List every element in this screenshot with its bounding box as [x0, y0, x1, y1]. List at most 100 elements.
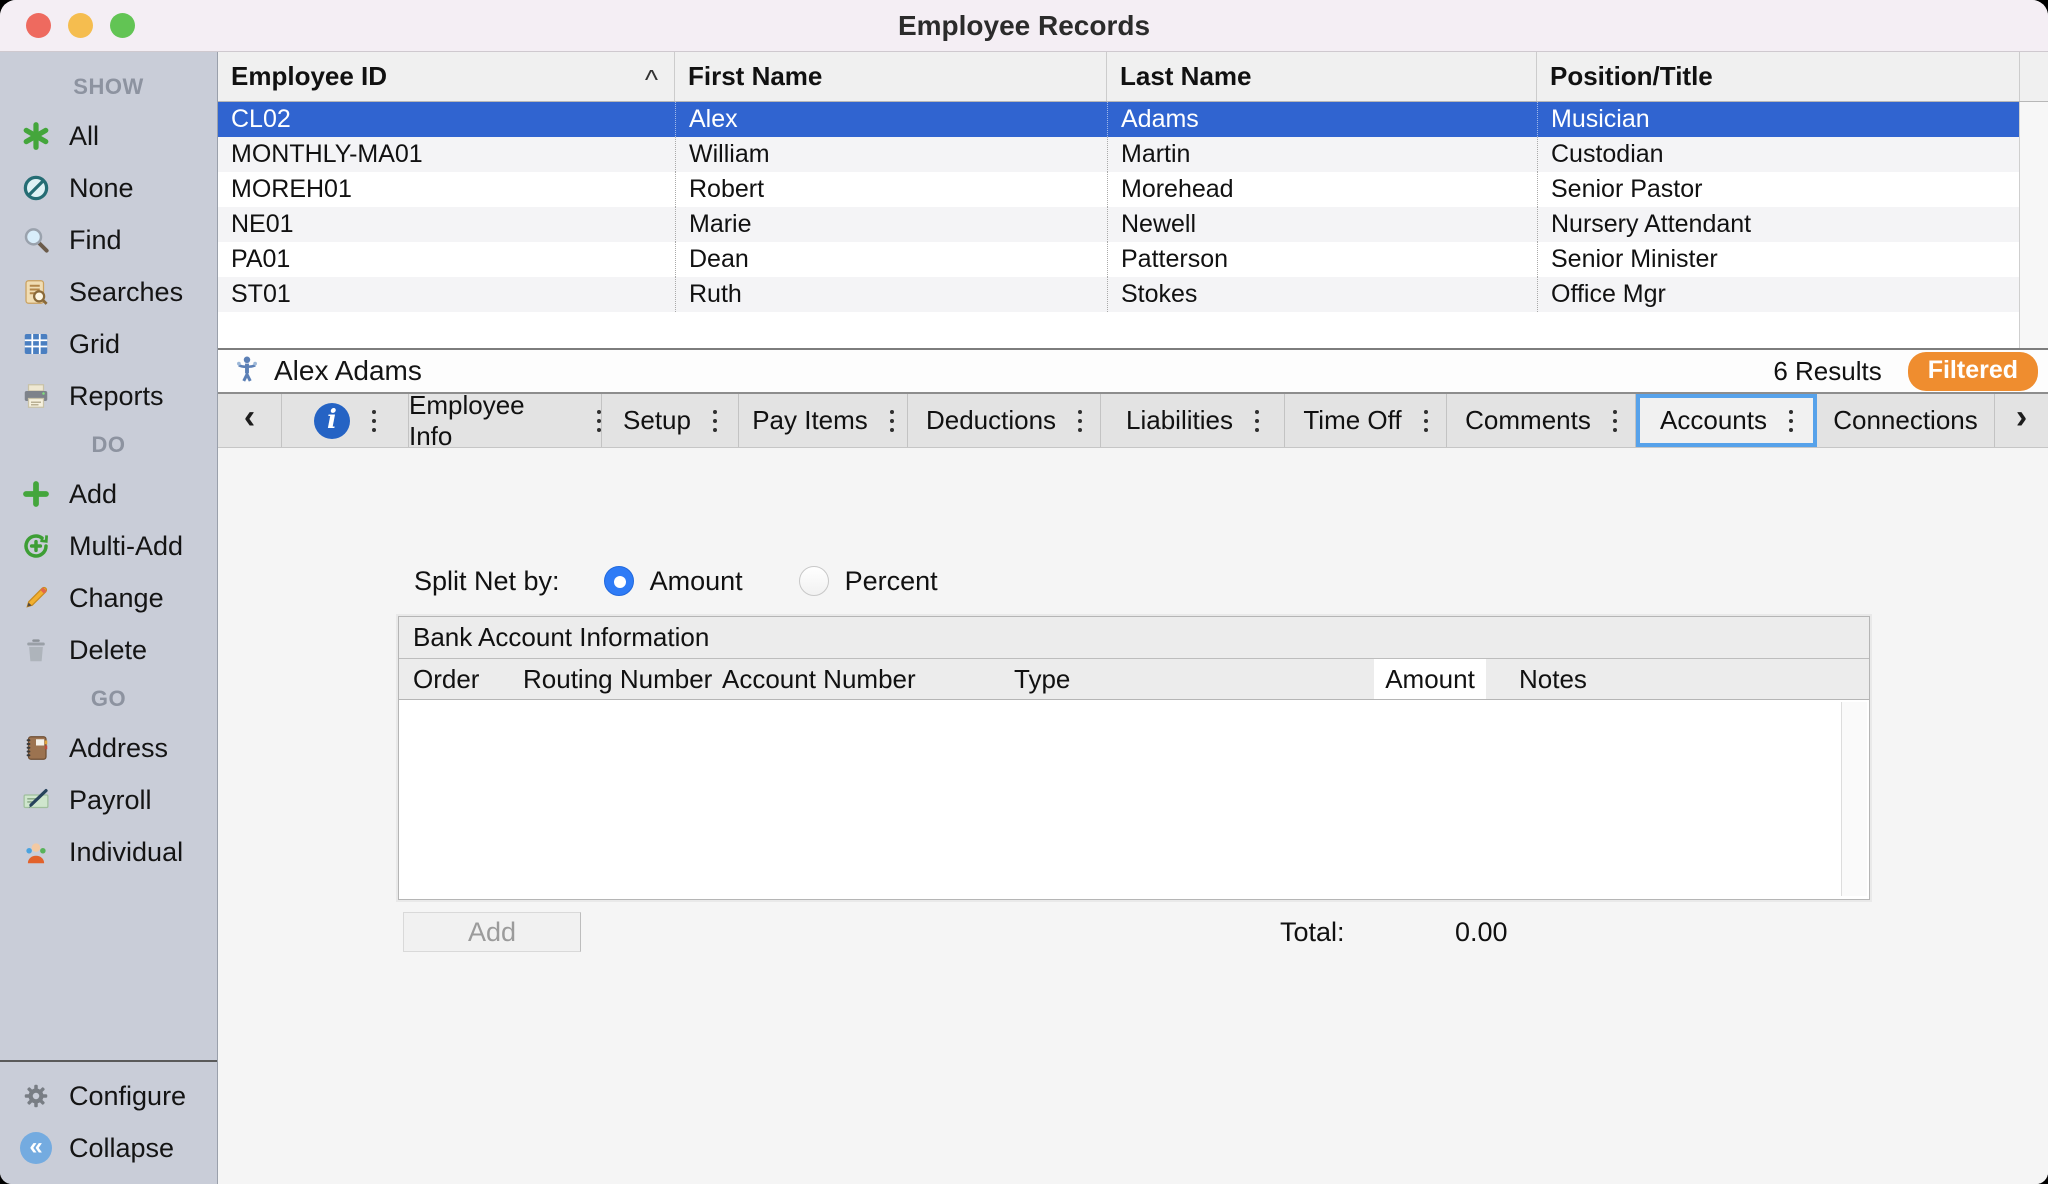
- table-scrollbar[interactable]: [2019, 102, 2048, 348]
- sidebar-item-add[interactable]: Add: [0, 468, 217, 520]
- table-row[interactable]: MOREH01 Robert Morehead Senior Pastor: [218, 172, 2019, 207]
- sidebar-item-change[interactable]: Change: [0, 572, 217, 624]
- tab-overflow-dots-icon[interactable]: [1255, 410, 1259, 432]
- column-header-account-number[interactable]: Account Number: [722, 659, 916, 699]
- sidebar-item-grid[interactable]: Grid: [0, 318, 217, 370]
- results-count: 6 Results: [1773, 356, 1881, 387]
- column-header-amount[interactable]: Amount: [1374, 659, 1486, 699]
- plus-icon: [20, 478, 52, 510]
- sidebar-item-payroll[interactable]: Payroll: [0, 774, 217, 826]
- table-row[interactable]: NE01 Marie Newell Nursery Attendant: [218, 207, 2019, 242]
- tab-time-off[interactable]: Time Off: [1285, 394, 1447, 447]
- tab-overflow-dots-icon[interactable]: [372, 410, 376, 432]
- column-header-last-name[interactable]: Last Name: [1107, 52, 1537, 101]
- table-row[interactable]: CL02 Alex Adams Musician: [218, 102, 2019, 137]
- split-net-row: Split Net by: Amount Percent: [414, 560, 994, 602]
- filtered-badge[interactable]: Filtered: [1908, 352, 2038, 391]
- tabs-scroll-right-button[interactable]: ›: [1995, 394, 2048, 447]
- column-header-position-title[interactable]: Position/Title: [1537, 52, 2019, 101]
- chevron-right-icon: ›: [2016, 398, 2027, 443]
- tab-overflow-dots-icon[interactable]: [597, 410, 601, 432]
- gear-icon: [20, 1080, 52, 1112]
- sidebar: SHOW All None Find Searches Grid: [0, 52, 218, 1184]
- tab-comments[interactable]: Comments: [1447, 394, 1636, 447]
- column-header-notes[interactable]: Notes: [1519, 659, 1587, 699]
- pencil-icon: [20, 582, 52, 614]
- payroll-check-icon: [20, 784, 52, 816]
- radio-option-percent[interactable]: Percent: [799, 566, 938, 597]
- employee-records-window: Employee Records SHOW All None Find Sear…: [0, 0, 2048, 1184]
- table-row[interactable]: ST01 Ruth Stokes Office Mgr: [218, 277, 2019, 312]
- tab-overflow-dots-icon[interactable]: [890, 410, 894, 432]
- tab-setup[interactable]: Setup: [602, 394, 739, 447]
- radio-option-amount[interactable]: Amount: [604, 566, 743, 597]
- tab-bar: ‹ i Employee Info Setup Pay Items: [218, 394, 2048, 448]
- sidebar-item-address[interactable]: Address: [0, 722, 217, 774]
- sidebar-item-multi-add[interactable]: Multi-Add: [0, 520, 217, 572]
- bank-panel-footer: Add Total: 0.00: [398, 912, 1870, 954]
- employee-table-header: Employee ID ^ First Name Last Name Posit…: [218, 52, 2048, 102]
- column-header-routing-number[interactable]: Routing Number: [523, 659, 712, 699]
- column-header-type[interactable]: Type: [1014, 659, 1070, 699]
- radio-amount[interactable]: [604, 566, 634, 596]
- tab-overflow-dots-icon[interactable]: [1789, 410, 1793, 432]
- tab-info[interactable]: i: [282, 394, 409, 447]
- record-name: Alex Adams: [274, 355, 422, 387]
- sidebar-item-delete[interactable]: Delete: [0, 624, 217, 676]
- table-row[interactable]: MONTHLY-MA01 William Martin Custodian: [218, 137, 2019, 172]
- person-icon: [20, 836, 52, 868]
- total-value: 0.00: [1455, 912, 1508, 952]
- asterisk-icon: [20, 120, 52, 152]
- saved-search-icon: [20, 276, 52, 308]
- tab-overflow-dots-icon[interactable]: [1078, 410, 1082, 432]
- accounts-tab-content: Split Net by: Amount Percent Bank Accoun…: [218, 448, 2048, 1184]
- no-entry-icon: [20, 172, 52, 204]
- sidebar-item-find[interactable]: Find: [0, 214, 217, 266]
- bank-table-scrollbar[interactable]: [1841, 702, 1867, 896]
- sidebar-footer: Configure « Collapse: [0, 1060, 217, 1184]
- sort-ascending-icon: ^: [645, 56, 658, 104]
- tab-accounts[interactable]: Accounts: [1636, 394, 1817, 447]
- sidebar-section-go: GO: [0, 676, 217, 722]
- bank-table-body: [399, 700, 1869, 898]
- window-title: Employee Records: [0, 10, 2048, 42]
- tab-liabilities[interactable]: Liabilities: [1101, 394, 1285, 447]
- column-header-order[interactable]: Order: [413, 659, 479, 699]
- grid-icon: [20, 328, 52, 360]
- sidebar-item-individual[interactable]: Individual: [0, 826, 217, 878]
- tabs-scroll-left-button[interactable]: ‹: [218, 394, 282, 447]
- sidebar-item-reports[interactable]: Reports: [0, 370, 217, 422]
- employee-figure-icon: [234, 354, 260, 389]
- tab-overflow-dots-icon[interactable]: [713, 410, 717, 432]
- column-header-employee-id[interactable]: Employee ID ^: [218, 52, 675, 101]
- tab-overflow-dots-icon[interactable]: [1613, 410, 1617, 432]
- table-row[interactable]: PA01 Dean Patterson Senior Minister: [218, 242, 2019, 277]
- sidebar-item-none[interactable]: None: [0, 162, 217, 214]
- sidebar-item-configure[interactable]: Configure: [0, 1070, 217, 1122]
- bank-account-panel: Bank Account Information Order Routing N…: [398, 616, 1870, 900]
- chevron-left-icon: ‹: [244, 398, 255, 443]
- employee-table: Employee ID ^ First Name Last Name Posit…: [218, 52, 2048, 348]
- sidebar-section-do: DO: [0, 422, 217, 468]
- trash-icon: [20, 634, 52, 666]
- tab-employee-info[interactable]: Employee Info: [409, 394, 602, 447]
- bank-panel-title: Bank Account Information: [399, 617, 1869, 659]
- sidebar-item-all[interactable]: All: [0, 110, 217, 162]
- info-icon[interactable]: i: [314, 403, 350, 439]
- total-label: Total:: [1280, 912, 1345, 952]
- collapse-circle-icon: «: [20, 1132, 52, 1164]
- record-bar: Alex Adams 6 Results Filtered: [218, 348, 2048, 394]
- header-scrollbar-gutter: [2019, 52, 2048, 101]
- magnifier-icon: [20, 224, 52, 256]
- sidebar-item-collapse[interactable]: « Collapse: [0, 1122, 217, 1174]
- tab-connections[interactable]: Connections: [1817, 394, 1995, 447]
- titlebar: Employee Records: [0, 0, 2048, 52]
- add-account-button[interactable]: Add: [403, 912, 581, 952]
- sidebar-item-searches[interactable]: Searches: [0, 266, 217, 318]
- tab-overflow-dots-icon[interactable]: [1424, 410, 1428, 432]
- radio-percent[interactable]: [799, 566, 829, 596]
- tab-deductions[interactable]: Deductions: [908, 394, 1101, 447]
- address-book-icon: [20, 732, 52, 764]
- tab-pay-items[interactable]: Pay Items: [739, 394, 908, 447]
- column-header-first-name[interactable]: First Name: [675, 52, 1107, 101]
